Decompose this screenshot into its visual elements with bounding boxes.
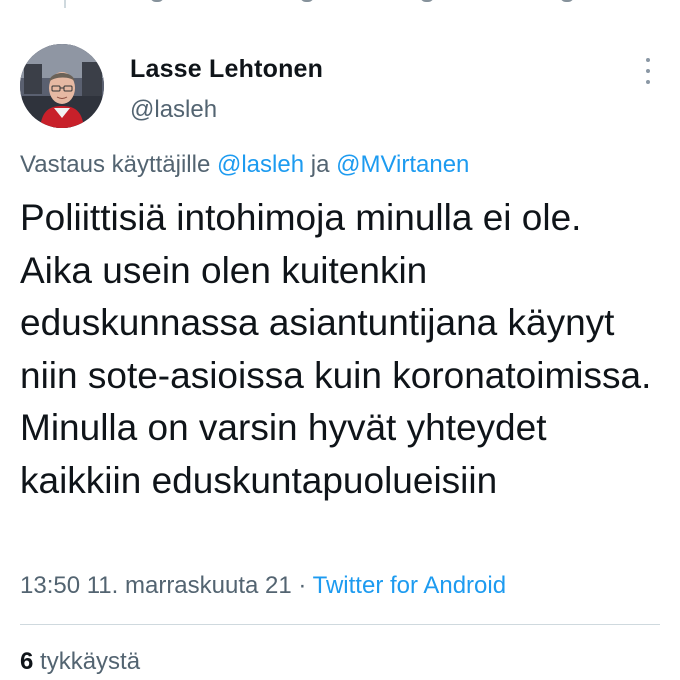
like-label: tykkäystä (40, 648, 141, 675)
author-name[interactable]: Lasse Lehtonen (130, 55, 323, 84)
share-icon (560, 0, 574, 2)
reply-prefix: Vastaus käyttäjille (20, 151, 211, 178)
reply-conjunction: ja (310, 151, 330, 178)
tweet-metadata: 13:50 11. marraskuuta 21 · Twitter for A… (20, 572, 506, 600)
tweet-text: Poliittisiä intohimoja minulla ei ole. A… (20, 197, 652, 501)
reply-mention-mvirtanen[interactable]: @MVirtanen (336, 151, 469, 178)
divider (20, 624, 660, 625)
like-icon (420, 0, 434, 2)
avatar-photo (20, 44, 104, 128)
meta-separator: · (298, 572, 307, 599)
reply-context: Vastaus käyttäjille @lasleh ja @MVirtane… (20, 151, 469, 179)
author-avatar[interactable] (20, 44, 104, 128)
like-count: 6 (20, 648, 34, 675)
author-handle[interactable]: @lasleh (130, 96, 217, 124)
more-dot (646, 69, 650, 73)
more-horizontal-icon[interactable] (641, 58, 655, 84)
tweet-time[interactable]: 13:50 (20, 572, 80, 599)
more-dot (646, 80, 650, 84)
retweet-icon (300, 0, 314, 2)
reply-mention-lasleh[interactable]: @lasleh (217, 151, 304, 178)
likes-count-link[interactable]: 6 tykkäystä (20, 648, 140, 676)
tweet-date[interactable]: 11. marraskuuta 21 (87, 572, 292, 599)
reply-icon (150, 0, 164, 2)
more-dot (646, 58, 650, 62)
tweet-source[interactable]: Twitter for Android (313, 572, 506, 599)
previous-tweet-actions-cut-off (0, 0, 680, 4)
